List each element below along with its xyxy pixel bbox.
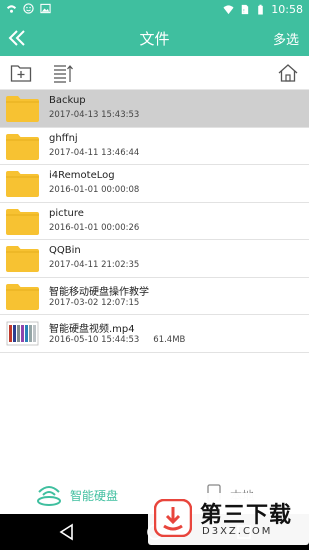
file-name: QQBin [49,245,81,256]
watermark-title: 第三下载 [200,503,293,528]
file-row-backup[interactable]: Backup 2017-04-13 15:43:53 [0,90,309,128]
watermark: 第三下载 D3XZ.COM [148,493,309,545]
file-name: ghffnj [49,132,78,144]
file-date: 2016-01-01 00:00:08 [49,185,140,195]
file-row-video[interactable]: 智能硬盘视频.mp4 2016-05-10 15:44:53 61.4MB [0,315,309,353]
svg-text:!: ! [243,8,245,14]
wifi-signal-icon [223,5,234,15]
file-row-qqbin[interactable]: QQBin 2017-04-11 21:02:35 [0,240,309,278]
file-meta: 2017-03-02 12:07:15 [49,298,139,308]
file-name: 智能移动硬盘操作教学 [49,286,149,298]
file-date: 2017-04-13 15:43:53 [49,110,140,120]
folder-icon [6,171,39,197]
folder-icon [6,246,39,272]
file-row-tutorial[interactable]: 智能移动硬盘操作教学 2017-03-02 12:07:15 [0,277,309,315]
file-meta: 2017-04-13 15:43:53 [49,110,139,120]
watermark-subtitle: D3XZ.COM [202,526,273,537]
file-meta: 2016-01-01 00:00:26 [49,223,139,233]
page-title: 文件 [139,30,170,48]
file-date: 2016-01-01 00:00:26 [49,222,140,233]
battery-icon [258,4,264,15]
image-notification-icon [40,3,51,14]
download-logo-icon [154,499,192,537]
file-meta: 2017-04-11 21:02:35 [49,260,139,270]
video-file-icon [6,321,39,346]
sort-icon[interactable] [52,63,74,83]
file-list: Backup 2017-04-13 15:43:53 ghffnj 2017-0… [0,90,309,353]
file-size: 61.4MB [153,335,186,345]
back-triangle-icon[interactable] [58,523,76,541]
file-date: 2017-03-02 12:07:15 [49,297,140,308]
file-name: i4RemoteLog [49,170,115,181]
wifi-status-icon [6,5,17,13]
file-date: 2017-04-11 21:02:35 [49,260,140,270]
folder-icon [6,283,39,310]
file-row-i4remotelog[interactable]: i4RemoteLog 2016-01-01 00:00:08 [0,165,309,203]
file-name: Backup [49,95,86,106]
multi-select-button[interactable]: 多选 [273,29,299,48]
sim-icon: ! [242,4,249,14]
file-date: 2017-04-11 13:46:44 [49,147,140,158]
new-folder-icon[interactable] [10,63,32,83]
file-row-picture[interactable]: picture 2016-01-01 00:00:26 [0,202,309,240]
file-meta: 2016-05-10 15:44:53 61.4MB [49,335,185,345]
smart-disk-wifi-icon[interactable] [36,484,62,506]
file-meta: 2016-01-01 00:00:08 [49,185,139,195]
file-date: 2016-05-10 15:44:53 [49,335,140,345]
folder-icon [6,96,39,122]
file-toolbar [0,56,309,90]
tab-smart-disk[interactable]: 智能硬盘 [70,487,118,504]
status-bar: ! 10:58 [0,0,309,20]
file-name: picture [49,207,84,219]
folder-icon [6,133,39,160]
smiley-notification-icon [23,3,34,14]
app-bar: 文件 多选 [0,20,309,56]
folder-icon [6,208,39,235]
clock: 10:58 [271,3,303,16]
file-row-ghffnj[interactable]: ghffnj 2017-04-11 13:46:44 [0,127,309,165]
file-name: 智能硬盘视频.mp4 [49,324,135,335]
file-meta: 2017-04-11 13:46:44 [49,148,139,158]
home-icon[interactable] [277,63,299,83]
